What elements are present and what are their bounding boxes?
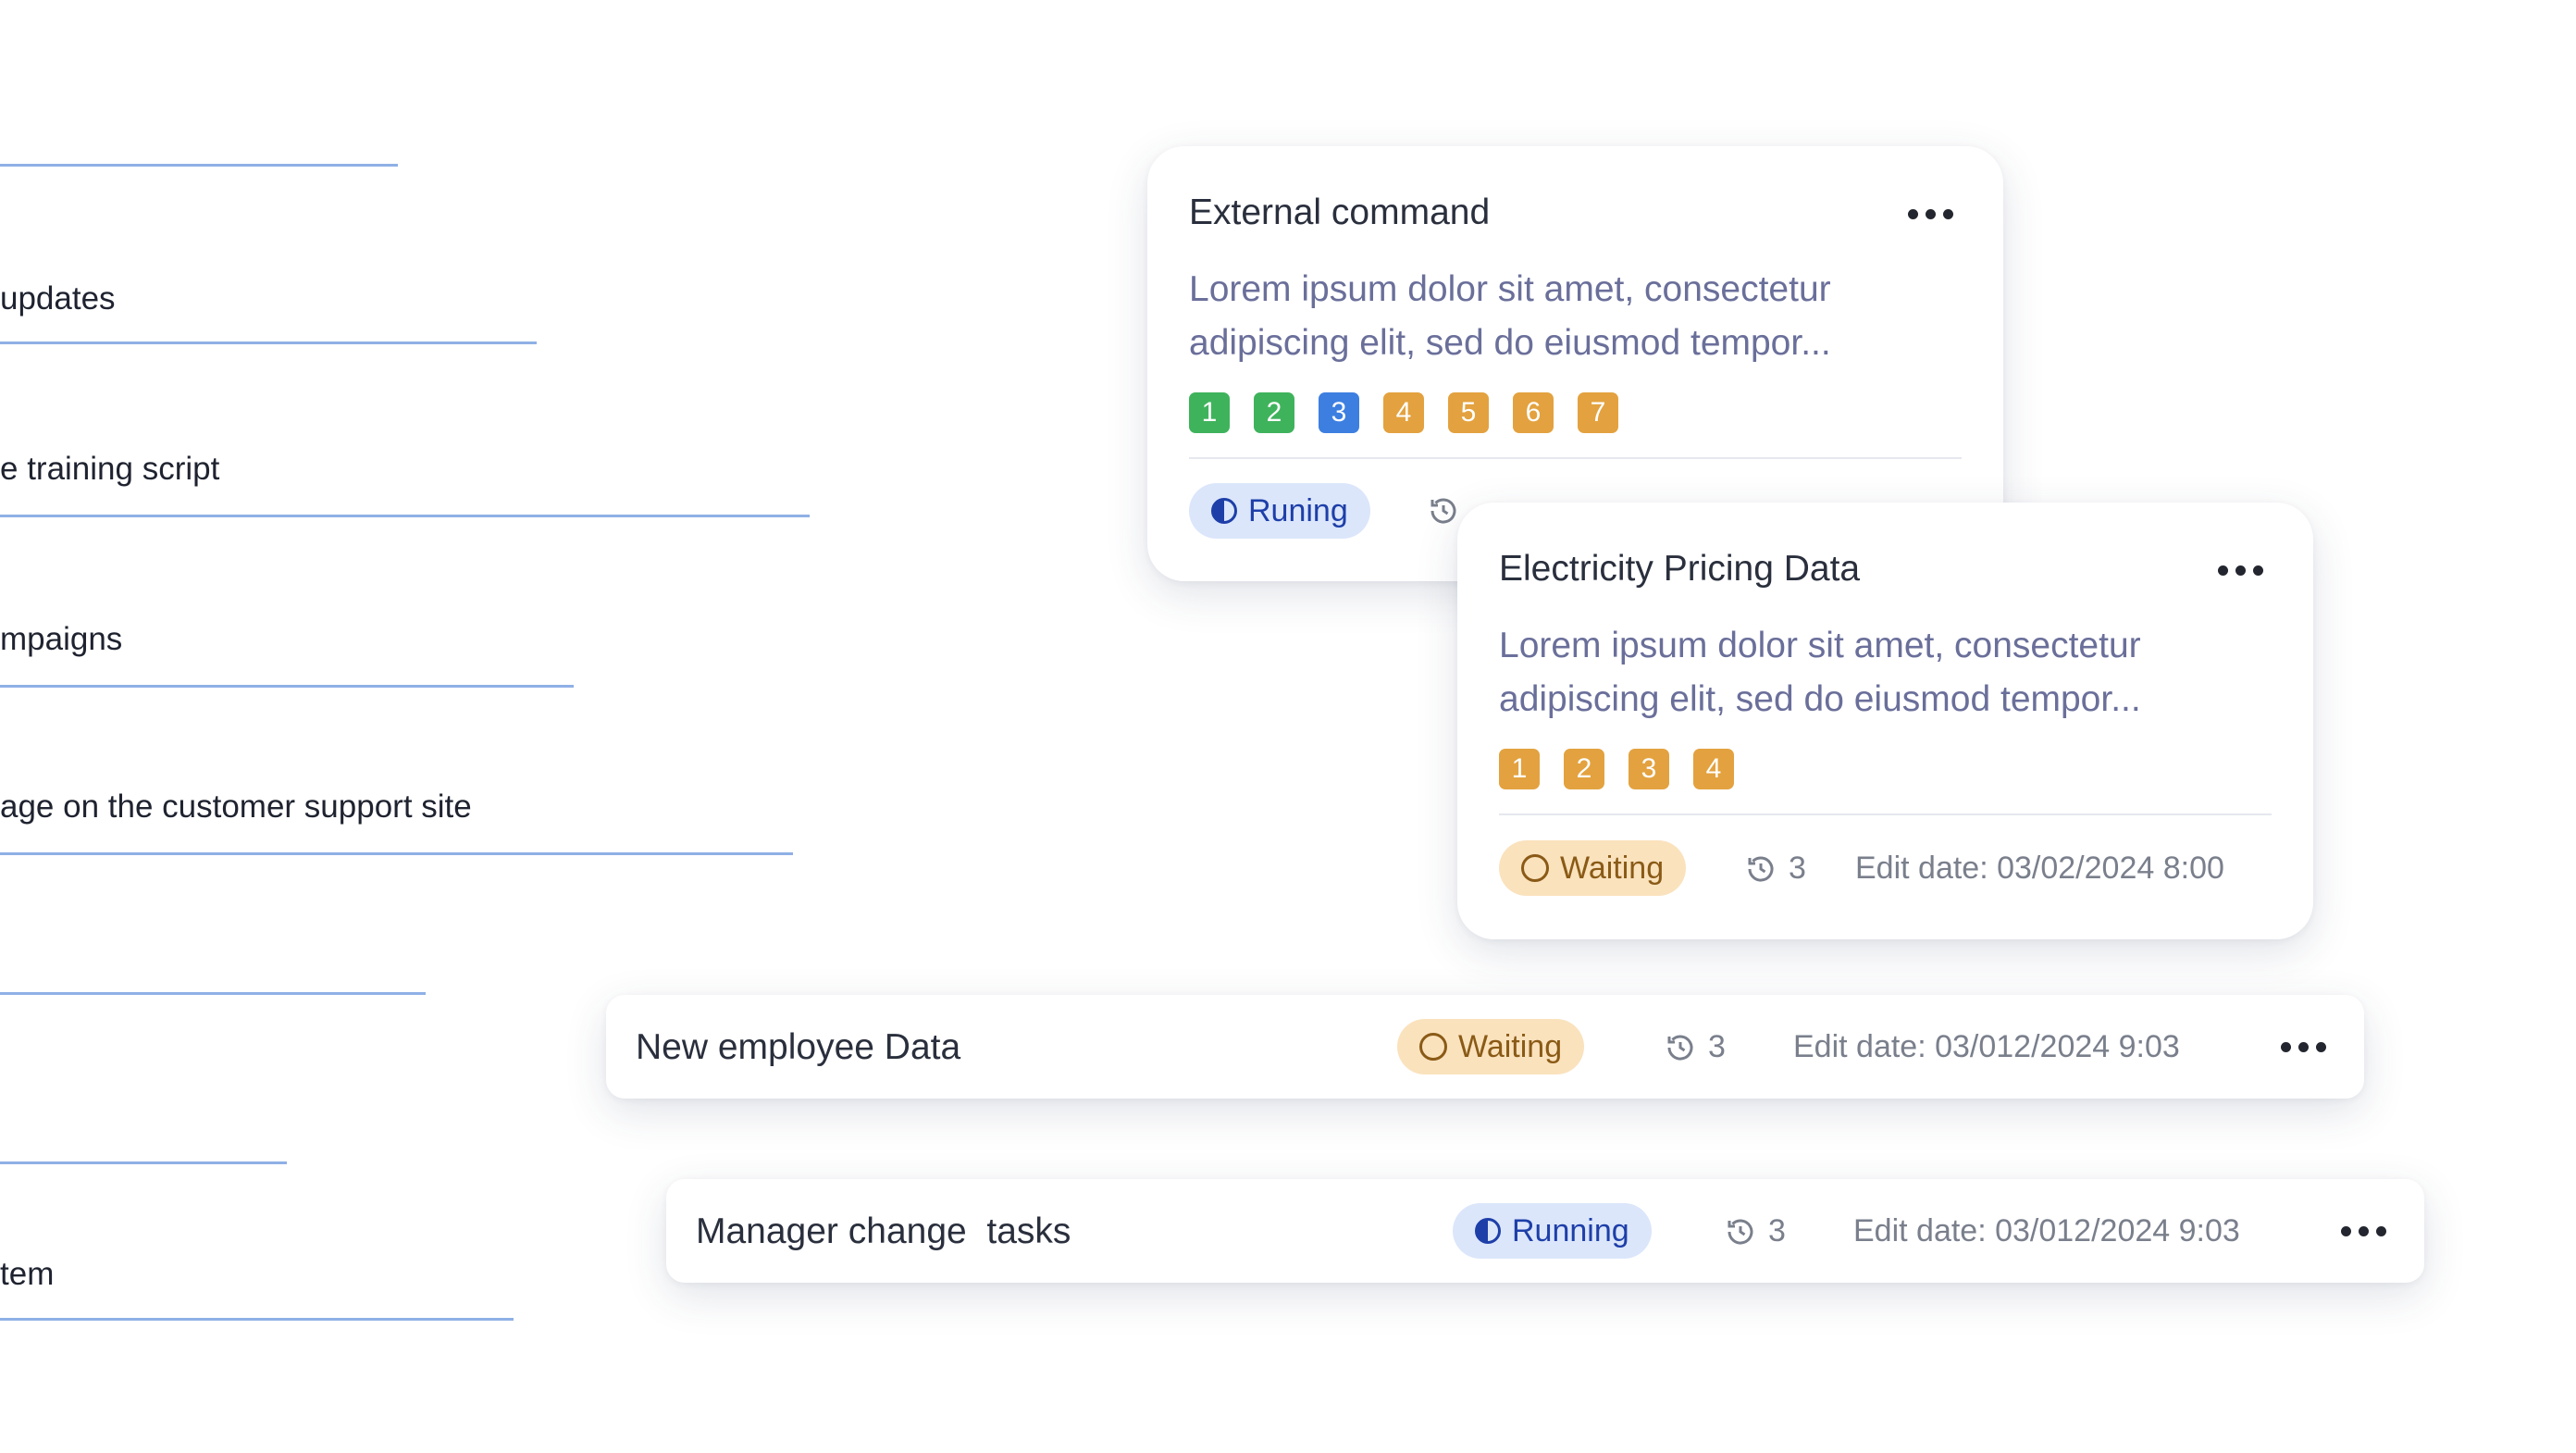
list-item-label[interactable]: tem xyxy=(0,1256,54,1293)
list-divider xyxy=(0,852,793,855)
step-chips: 1234 xyxy=(1499,749,1734,789)
more-options-icon[interactable] xyxy=(1908,209,1953,219)
list-item-label[interactable]: updates xyxy=(0,280,116,317)
edit-date: Edit date: 03/012/2024 9:03 xyxy=(1853,1213,2240,1248)
history-indicator: 3 xyxy=(1664,1029,1726,1065)
edit-date: Edit date: 03/02/2024 8:00 xyxy=(1855,851,2224,886)
step-chip[interactable]: 3 xyxy=(1319,392,1359,433)
history-indicator: 3 xyxy=(1744,851,1806,887)
history-icon xyxy=(1748,856,1774,881)
step-chip[interactable]: 7 xyxy=(1578,392,1618,433)
more-options-icon[interactable] xyxy=(2341,1226,2386,1236)
list-divider xyxy=(0,992,426,995)
list-divider xyxy=(0,515,810,517)
list-item-label[interactable]: mpaigns xyxy=(0,621,122,658)
list-divider xyxy=(0,1318,514,1321)
list-item-label[interactable]: age on the customer support site xyxy=(0,789,472,826)
history-count: 3 xyxy=(1708,1029,1726,1064)
step-chip[interactable]: 2 xyxy=(1254,392,1294,433)
step-chip[interactable]: 4 xyxy=(1383,392,1424,433)
card-divider xyxy=(1499,813,2272,815)
history-count: 3 xyxy=(1789,851,1806,886)
history-indicator xyxy=(1427,494,1460,528)
step-chip[interactable]: 2 xyxy=(1564,749,1604,789)
history-indicator: 3 xyxy=(1724,1213,1786,1249)
step-chip[interactable]: 4 xyxy=(1693,749,1734,789)
step-chip[interactable]: 1 xyxy=(1189,392,1230,433)
list-divider xyxy=(0,342,537,344)
task-row-new-employee[interactable]: New employee Data Waiting 3 Edit date: 0… xyxy=(606,995,2364,1099)
row-title: New employee Data xyxy=(636,1027,961,1067)
card-title: Electricity Pricing Data xyxy=(1499,549,1861,589)
list-divider xyxy=(0,685,574,688)
running-status-icon xyxy=(1475,1218,1501,1244)
status-badge[interactable]: Waiting xyxy=(1499,840,1687,896)
task-card-electricity-pricing[interactable]: Electricity Pricing Data Lorem ipsum dol… xyxy=(1457,503,2313,939)
waiting-status-icon xyxy=(1521,854,1549,882)
card-description: Lorem ipsum dolor sit amet, consectetur … xyxy=(1189,269,1831,363)
history-icon xyxy=(1430,498,1456,524)
status-badge[interactable]: Runing xyxy=(1189,483,1370,539)
history-icon xyxy=(1728,1219,1753,1244)
step-chip[interactable]: 3 xyxy=(1629,749,1669,789)
step-chip[interactable]: 1 xyxy=(1499,749,1540,789)
list-item-label[interactable]: e training script xyxy=(0,451,219,488)
step-chips: 1234567 xyxy=(1189,392,1618,433)
card-description: Lorem ipsum dolor sit amet, consectetur … xyxy=(1499,626,2141,719)
card-title: External command xyxy=(1189,192,1491,232)
list-divider xyxy=(0,1161,287,1164)
status-badge[interactable]: Running xyxy=(1453,1203,1652,1259)
task-row-manager-change[interactable]: Manager change tasks Running 3 Edit date… xyxy=(666,1179,2424,1283)
row-title: Manager change tasks xyxy=(696,1211,1071,1251)
more-options-icon[interactable] xyxy=(2281,1042,2326,1052)
step-chip[interactable]: 5 xyxy=(1448,392,1489,433)
more-options-icon[interactable] xyxy=(2218,565,2263,576)
card-divider xyxy=(1189,457,1962,459)
list-divider xyxy=(0,164,398,167)
running-status-icon xyxy=(1211,498,1237,524)
waiting-status-icon xyxy=(1419,1033,1447,1061)
status-badge[interactable]: Waiting xyxy=(1397,1019,1585,1074)
step-chip[interactable]: 6 xyxy=(1513,392,1554,433)
history-count: 3 xyxy=(1768,1213,1786,1248)
edit-date: Edit date: 03/012/2024 9:03 xyxy=(1793,1029,2180,1064)
history-icon xyxy=(1667,1035,1693,1060)
